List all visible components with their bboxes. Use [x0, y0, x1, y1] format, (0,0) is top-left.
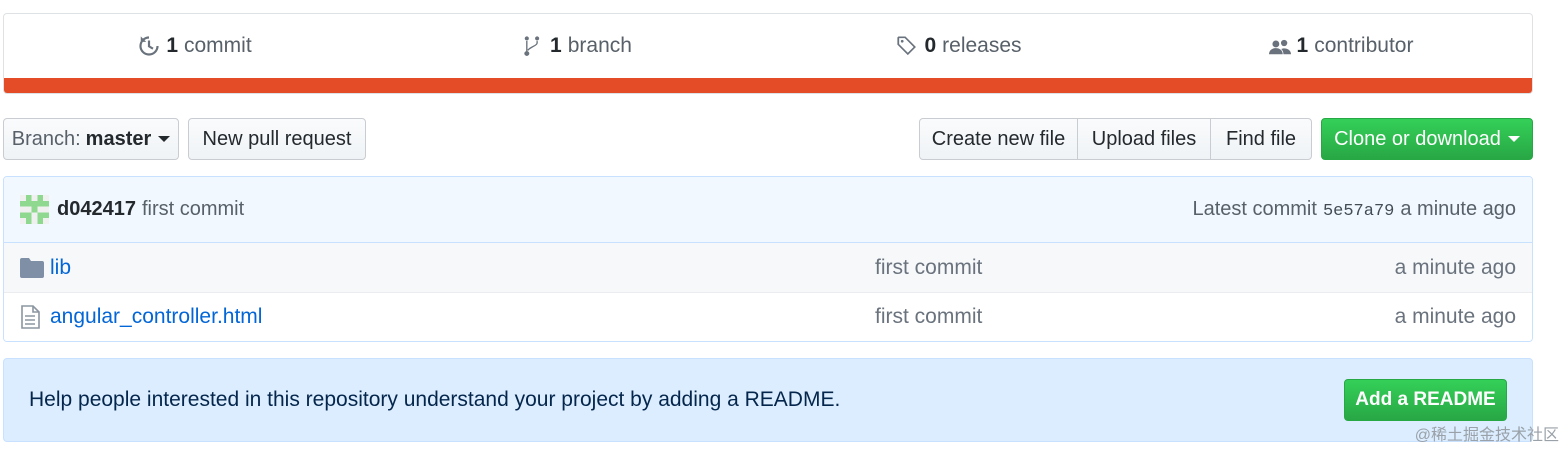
- commit-sha-link[interactable]: 5e57a79: [1323, 202, 1394, 221]
- history-icon: [139, 36, 159, 56]
- avatar[interactable]: [20, 195, 49, 224]
- commit-author-link[interactable]: d042417: [57, 198, 136, 221]
- file-list: d042417 first commit Latest commit 5e57a…: [3, 176, 1533, 342]
- branches-number: 1: [550, 34, 562, 57]
- contributors-number: 1: [1296, 34, 1309, 57]
- commits-label: commit: [184, 34, 252, 57]
- file-commit-message[interactable]: first commit: [875, 256, 982, 280]
- file-row-lib: lib first commit a minute ago: [4, 243, 1532, 292]
- commit-age: a minute ago: [1400, 198, 1516, 220]
- commit-message-link[interactable]: first commit: [142, 198, 244, 221]
- latest-commit-label: Latest commit: [1192, 198, 1317, 220]
- tag-icon: [897, 36, 917, 56]
- people-icon: [1268, 39, 1291, 55]
- file-commit-message[interactable]: first commit: [875, 305, 982, 329]
- create-new-file-button[interactable]: Create new file: [919, 118, 1078, 160]
- repo-summary: 1 commit 1 branch 0 releases 1 contribut…: [3, 13, 1533, 94]
- file-link[interactable]: angular_controller.html: [50, 305, 262, 329]
- file-age: a minute ago: [1394, 305, 1516, 328]
- file-icon: [20, 305, 44, 329]
- clone-label: Clone or download: [1334, 127, 1501, 150]
- readme-prompt-text: Help people interested in this repositor…: [29, 388, 841, 411]
- file-link[interactable]: lib: [50, 256, 71, 280]
- file-age: a minute ago: [1394, 255, 1516, 279]
- releases-label: releases: [942, 34, 1022, 57]
- branch-label: Branch:: [11, 127, 81, 150]
- chevron-down-icon: [158, 136, 171, 142]
- add-readme-button[interactable]: Add a README: [1344, 379, 1507, 421]
- branch-icon: [524, 36, 540, 56]
- folder-icon: [20, 256, 44, 280]
- readme-prompt: Help people interested in this repositor…: [3, 358, 1533, 442]
- releases-count[interactable]: 0 releases: [768, 34, 1150, 58]
- file-row-angular-controller: angular_controller.html first commit a m…: [4, 292, 1532, 341]
- language-bar[interactable]: [4, 78, 1532, 93]
- find-file-button[interactable]: Find file: [1210, 118, 1312, 160]
- watermark: @稀土掘金技术社区: [1414, 427, 1559, 444]
- latest-commit-info: Latest commit 5e57a79 a minute ago: [1192, 198, 1516, 221]
- branches-label: branch: [567, 34, 632, 57]
- commits-number: 1: [166, 34, 178, 57]
- branch-value: master: [85, 127, 152, 150]
- branches-count[interactable]: 1 branch: [386, 34, 768, 58]
- contributors-label: contributor: [1314, 34, 1414, 57]
- commits-count[interactable]: 1 commit: [4, 34, 386, 58]
- upload-files-button[interactable]: Upload files: [1077, 118, 1211, 160]
- latest-commit-bar: d042417 first commit Latest commit 5e57a…: [4, 177, 1532, 243]
- branch-select-button[interactable]: Branch: master: [3, 118, 179, 160]
- releases-number: 0: [924, 34, 937, 57]
- new-pull-request-button[interactable]: New pull request: [188, 118, 366, 160]
- chevron-down-icon: [1507, 136, 1520, 142]
- contributors-count[interactable]: 1 contributor: [1150, 34, 1532, 58]
- clone-or-download-button[interactable]: Clone or download: [1321, 118, 1533, 160]
